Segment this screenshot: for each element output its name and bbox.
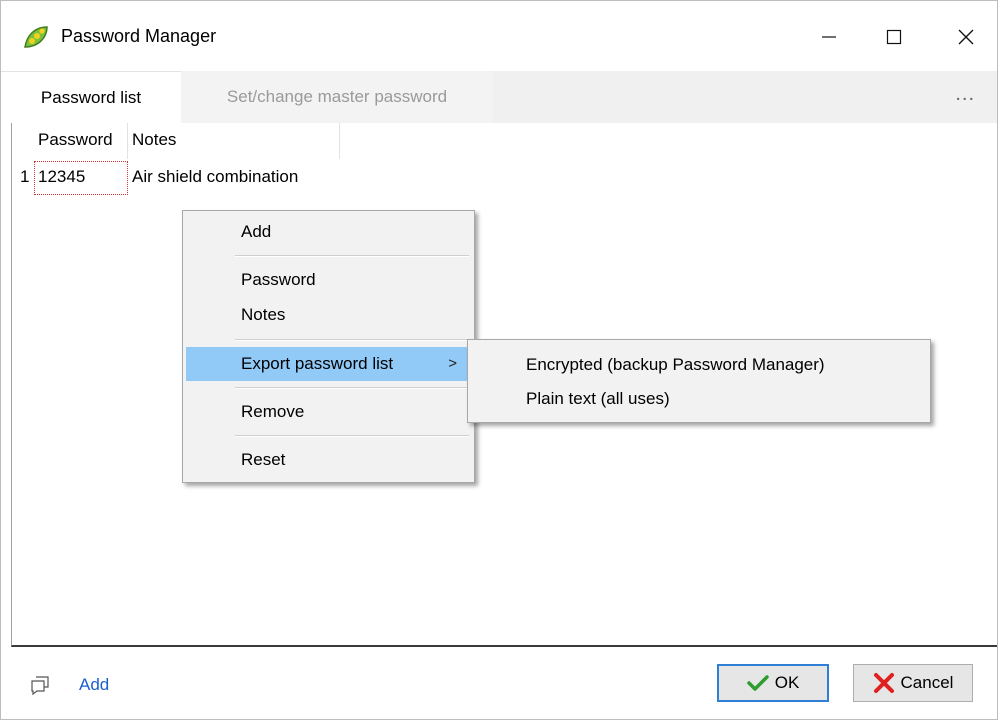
app-logo-icon bbox=[23, 25, 49, 49]
tab-set-master-password[interactable]: Set/change master password bbox=[181, 71, 493, 123]
menu-separator bbox=[235, 255, 469, 257]
cancel-x-icon bbox=[873, 673, 894, 693]
more-options-icon[interactable]: ... bbox=[955, 71, 975, 123]
ok-button[interactable]: OK bbox=[717, 664, 829, 702]
ok-label: OK bbox=[774, 673, 800, 692]
menu-item-add[interactable]: Add bbox=[186, 215, 471, 249]
tab-bar: Password list Set/change master password… bbox=[1, 71, 997, 123]
close-icon bbox=[958, 29, 974, 45]
password-cell[interactable]: 12345 bbox=[34, 161, 128, 195]
menu-item-export-password-list[interactable]: Export password list > bbox=[186, 347, 471, 381]
table-row[interactable]: 1 12345 Air shield combination bbox=[12, 161, 340, 195]
column-header-password[interactable]: Password bbox=[34, 123, 128, 159]
tab-password-list[interactable]: Password list bbox=[1, 71, 181, 123]
context-menu: Add Password Notes Export password list … bbox=[182, 210, 475, 483]
menu-item-password[interactable]: Password bbox=[186, 263, 471, 297]
menu-item-notes[interactable]: Notes bbox=[186, 298, 471, 332]
notes-cell[interactable]: Air shield combination bbox=[128, 161, 340, 195]
row-index: 1 bbox=[20, 167, 30, 186]
add-link[interactable]: Add bbox=[29, 671, 109, 699]
password-manager-window: Password Manager Password list Set/chang… bbox=[0, 0, 998, 720]
submenu-item-encrypted[interactable]: Encrypted (backup Password Manager) bbox=[471, 348, 927, 382]
menu-item-export-label: Export password list bbox=[241, 354, 394, 373]
column-header-notes[interactable]: Notes bbox=[128, 123, 340, 159]
comment-icon bbox=[31, 676, 49, 696]
menu-separator bbox=[235, 339, 469, 341]
row-index-header bbox=[12, 123, 34, 159]
menu-separator bbox=[235, 435, 469, 437]
maximize-icon bbox=[886, 29, 902, 45]
grid-header: Password Notes bbox=[12, 123, 340, 159]
menu-separator bbox=[235, 387, 469, 389]
export-submenu: Encrypted (backup Password Manager) Plai… bbox=[467, 339, 931, 423]
submenu-arrow-icon: > bbox=[448, 355, 457, 372]
window-title: Password Manager bbox=[61, 26, 217, 46]
minimize-button[interactable] bbox=[806, 15, 852, 59]
submenu-item-plain-text[interactable]: Plain text (all uses) bbox=[471, 382, 927, 416]
cancel-button[interactable]: Cancel bbox=[853, 664, 973, 702]
add-link-label: Add bbox=[79, 675, 110, 694]
menu-item-remove[interactable]: Remove bbox=[186, 395, 471, 429]
title-bar: Password Manager bbox=[1, 1, 997, 71]
maximize-button[interactable] bbox=[871, 15, 917, 59]
footer-bar: Add OK Cancel bbox=[1, 647, 997, 719]
menu-item-reset[interactable]: Reset bbox=[186, 443, 471, 477]
checkmark-icon bbox=[746, 675, 769, 691]
close-button[interactable] bbox=[943, 15, 989, 59]
cancel-label: Cancel bbox=[900, 673, 954, 692]
minimize-icon bbox=[822, 36, 836, 38]
